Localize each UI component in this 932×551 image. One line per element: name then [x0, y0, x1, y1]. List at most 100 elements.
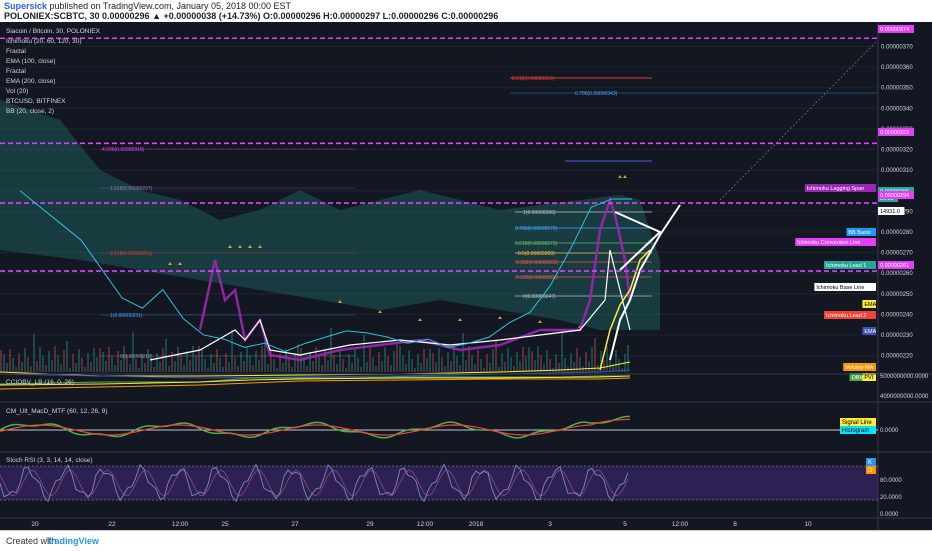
volume-bar	[6, 363, 8, 372]
volume-bar	[147, 349, 149, 372]
volume-bar	[477, 350, 479, 372]
volume-bar	[216, 349, 218, 372]
volume-bar	[117, 351, 119, 372]
volume-bar	[240, 352, 242, 372]
volume-bar	[354, 349, 356, 372]
volume-bar	[318, 356, 320, 372]
volume-bar	[594, 338, 596, 372]
volume-bar	[312, 361, 314, 372]
volume-bar	[297, 344, 299, 372]
axis-label: 4000000000.0000	[880, 394, 929, 400]
volume-bar	[189, 360, 191, 372]
volume-bar	[372, 357, 374, 372]
price-tick: 0.00000310	[881, 168, 913, 174]
volume-bar	[348, 354, 350, 372]
volume-bar	[168, 366, 170, 372]
fib-label: 0(0.00000218)	[120, 354, 153, 360]
volume-bar	[195, 355, 197, 372]
price-tick: 0.00000270	[881, 251, 913, 257]
signal-tag-text: Signal Line	[842, 420, 872, 426]
volume-bar	[132, 332, 134, 372]
volume-bar	[45, 365, 47, 372]
fib-label: 1.618(0.00000297)	[110, 186, 153, 192]
volume-bar	[129, 364, 131, 372]
volume-bar	[111, 356, 113, 372]
volume-bar	[417, 354, 419, 372]
volume-bar	[534, 360, 536, 372]
author-name[interactable]: Supersick	[4, 1, 47, 11]
volume-bar	[282, 363, 284, 372]
volume-bar	[474, 364, 476, 372]
tradingview-logo[interactable]: TradingView	[46, 536, 99, 546]
time-tick: 25	[221, 521, 229, 528]
volume-bar	[516, 352, 518, 372]
axis-tag-label: EMA	[864, 329, 876, 335]
volume-bar	[99, 348, 101, 372]
volume-bar	[444, 366, 446, 372]
volume-bar	[492, 349, 494, 372]
volume-bar	[249, 356, 251, 372]
published-text: published on TradingView.com, January 05…	[49, 1, 292, 11]
volume-bar	[21, 362, 23, 372]
volume-bar	[327, 360, 329, 372]
price-tick: 0.00000320	[881, 148, 913, 154]
volume-bar	[222, 367, 224, 372]
axis-label: 20.0000	[880, 495, 902, 501]
volume-bar	[342, 359, 344, 372]
fib-label: 1(0.00000231)	[110, 313, 143, 319]
volume-bar	[288, 358, 290, 372]
axis-tag-label: 0.00000261	[880, 263, 909, 269]
volume-bar	[561, 331, 563, 372]
time-tick: 10	[804, 521, 812, 528]
volume-bar	[243, 361, 245, 372]
fib-label: 0.786(0.00000343)	[575, 91, 618, 97]
volume-bar	[378, 352, 380, 372]
volume-bar	[453, 347, 455, 372]
time-tick: 20	[31, 521, 39, 528]
volume-bar	[423, 349, 425, 372]
price-tick: 0.00000340	[881, 106, 913, 112]
volume-bar	[483, 368, 485, 372]
volume-bar	[105, 361, 107, 372]
volume-bar	[408, 350, 410, 372]
volume-bar	[540, 355, 542, 372]
volume-bar	[615, 350, 617, 372]
volume-bar	[252, 365, 254, 372]
volume-bar	[48, 351, 50, 372]
panel-title: Stoch RSI (3, 3, 14, 14, close)	[6, 457, 93, 464]
volume-bar	[333, 355, 335, 372]
volume-bar	[351, 363, 353, 372]
volume-bar	[441, 357, 443, 372]
price-tick: 0.00000370	[881, 44, 913, 50]
panel-title: CCIOBV_LB (16, 0, 26)	[6, 379, 74, 386]
volume-bar	[618, 359, 620, 372]
volume-bar	[489, 363, 491, 372]
axis-tag-label: PVI	[864, 375, 873, 381]
volume-bar	[210, 354, 212, 372]
volume-bar	[588, 361, 590, 372]
volume-bar	[261, 346, 263, 372]
volume-bar	[432, 353, 434, 372]
volume-bar	[627, 345, 629, 372]
volume-bar	[39, 347, 41, 372]
volume-bar	[54, 346, 56, 372]
chart-canvas[interactable]: 2.618(0.00000350) 0.786(0.00000343) 4.23…	[0, 22, 932, 530]
volume-bar	[450, 361, 452, 372]
volume-bar	[219, 358, 221, 372]
volume-bar	[447, 352, 449, 372]
volume-bar	[363, 335, 365, 372]
volume-bar	[456, 356, 458, 372]
ohlc-line: POLONIEX:SCBTC, 30 0.00000296 ▲ +0.00000…	[4, 11, 499, 21]
volume-bar	[480, 359, 482, 372]
time-tick: 22	[108, 521, 116, 528]
volume-bar	[402, 355, 404, 372]
legend-item: Fractal	[6, 48, 26, 55]
volume-bar	[69, 368, 71, 372]
volume-bar	[390, 365, 392, 372]
price-tick: 0.00000280	[881, 230, 913, 236]
axis-tag-label: Ichimoku Base Line	[816, 285, 864, 291]
fib-label: 1(0.00000286)	[523, 210, 556, 216]
volume-bar	[237, 366, 239, 372]
volume-bar	[78, 349, 80, 372]
volume-bar	[558, 363, 560, 372]
